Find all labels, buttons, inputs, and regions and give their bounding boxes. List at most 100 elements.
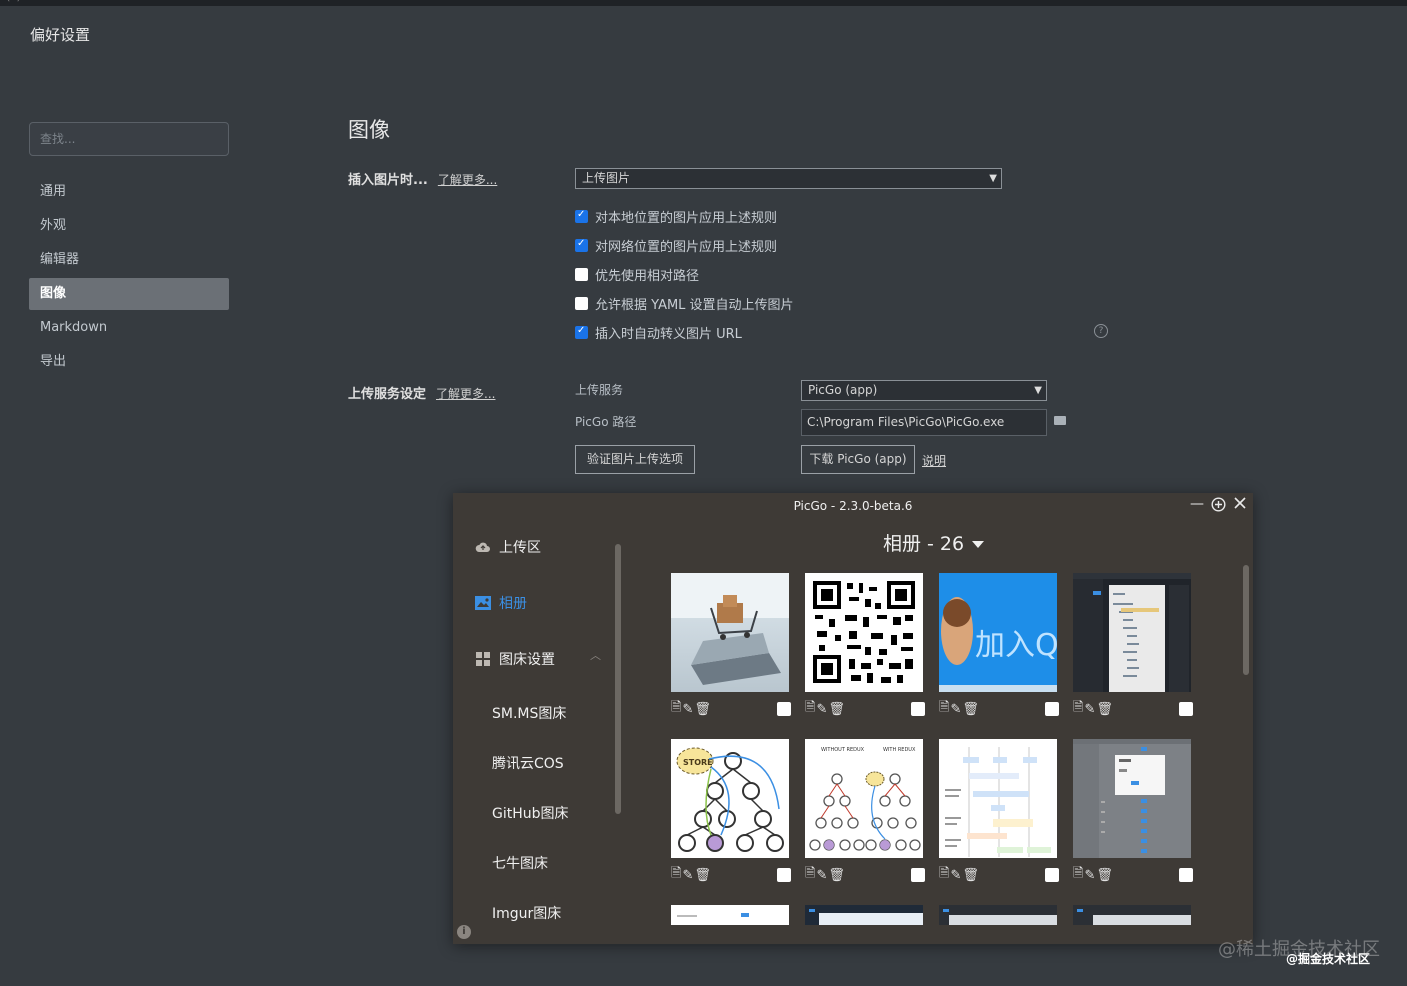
gallery-title[interactable]: 相册 - 26 — [883, 529, 985, 556]
edit-icon[interactable]: ✎ — [816, 702, 827, 717]
sidebar-item-export[interactable]: 导出 — [29, 346, 229, 378]
checkbox-relative-path-box[interactable] — [575, 267, 588, 281]
select-checkbox[interactable] — [1045, 702, 1059, 716]
actions-row-2-1: 🗎 ✎ 🗑 — [671, 864, 791, 886]
copy-link-icon[interactable]: 🗎 — [939, 698, 949, 720]
copy-link-icon[interactable]: 🗎 — [805, 864, 815, 886]
host-github[interactable]: GitHub图床 — [492, 803, 569, 823]
checkbox-escape-url-box[interactable] — [575, 325, 588, 339]
delete-icon[interactable]: 🗑 — [694, 702, 711, 717]
insert-action-select[interactable]: 上传图片 ▼ — [575, 168, 1002, 189]
edit-icon[interactable]: ✎ — [1084, 702, 1095, 717]
select-checkbox[interactable] — [777, 702, 791, 716]
host-smms[interactable]: SM.MS图床 — [492, 703, 566, 723]
delete-icon[interactable]: 🗑 — [962, 702, 979, 717]
checkbox-local-rule[interactable]: 对本地位置的图片应用上述规则 — [575, 207, 777, 226]
checkbox-yaml-upload-box[interactable] — [575, 296, 588, 310]
checkbox-yaml-upload-label: 允许根据 YAML 设置自动上传图片 — [595, 297, 794, 313]
delete-icon[interactable]: 🗑 — [1096, 702, 1113, 717]
thumbnail-row3-3[interactable] — [939, 905, 1057, 925]
nav-host-settings[interactable]: 图床设置 ︿ — [475, 649, 601, 669]
copy-link-icon[interactable]: 🗎 — [1073, 864, 1083, 886]
thumbnail-store-tree[interactable]: STORE — [671, 739, 789, 858]
host-tencent-cos[interactable]: 腾讯云COS — [492, 753, 564, 773]
select-checkbox[interactable] — [1179, 702, 1193, 716]
thumbnail-row3-4[interactable] — [1073, 905, 1191, 925]
checkbox-local-rule-box[interactable] — [575, 209, 588, 223]
nav-gallery[interactable]: 相册 — [475, 593, 527, 613]
window-top-fragment: ..(..) — [0, 0, 21, 3]
copy-link-icon[interactable]: 🗎 — [671, 864, 681, 886]
delete-icon[interactable]: 🗑 — [828, 702, 845, 717]
host-qiniu[interactable]: 七牛图床 — [492, 853, 548, 873]
sidebar-item-editor[interactable]: 编辑器 — [29, 244, 229, 276]
copy-link-icon[interactable]: 🗎 — [805, 698, 815, 720]
checkbox-network-rule-box[interactable] — [575, 238, 588, 252]
minimize-icon[interactable]: — — [1190, 496, 1204, 512]
window-top-bar — [0, 0, 1407, 6]
thumbnail-row3-1[interactable] — [671, 905, 789, 925]
explain-link[interactable]: 说明 — [922, 452, 946, 469]
edit-icon[interactable]: ✎ — [950, 868, 961, 883]
picgo-path-input[interactable]: C:\Program Files\PicGo\PicGo.exe — [801, 409, 1047, 436]
pin-icon[interactable] — [1211, 497, 1226, 516]
select-checkbox[interactable] — [777, 868, 791, 882]
chevron-down-icon: ▼ — [1034, 385, 1042, 396]
copy-link-icon[interactable]: 🗎 — [1073, 698, 1083, 720]
search-input[interactable]: 查找... — [29, 122, 229, 156]
info-icon[interactable]: i — [457, 925, 471, 939]
edit-icon[interactable]: ✎ — [1084, 868, 1095, 883]
thumbnail-redux-compare[interactable]: WITHOUT REDUX WITH REDUX — [805, 739, 923, 858]
thumbnail-join-qq[interactable]: 加入QQ群 — [939, 573, 1057, 692]
folder-icon[interactable] — [1054, 416, 1066, 425]
download-picgo-button[interactable]: 下载 PicGo (app) — [801, 445, 915, 474]
upload-service-select[interactable]: PicGo (app) ▼ — [801, 380, 1047, 401]
thumbnail-app-gray[interactable] — [1073, 739, 1191, 858]
edit-icon[interactable]: ✎ — [950, 702, 961, 717]
select-checkbox[interactable] — [1045, 868, 1059, 882]
delete-icon[interactable]: 🗑 — [962, 868, 979, 883]
checkbox-network-rule[interactable]: 对网络位置的图片应用上述规则 — [575, 236, 777, 255]
checkbox-relative-path-label: 优先使用相对路径 — [595, 268, 700, 284]
select-checkbox[interactable] — [1179, 868, 1193, 882]
actions-row-2-3: 🗎 ✎ 🗑 — [939, 864, 1059, 886]
select-checkbox[interactable] — [911, 702, 925, 716]
thumbnail-flow-diagram[interactable] — [939, 739, 1057, 858]
checkbox-relative-path[interactable]: 优先使用相对路径 — [575, 265, 700, 284]
host-imgur[interactable]: Imgur图床 — [492, 903, 561, 923]
sidebar-item-appearance[interactable]: 外观 — [29, 210, 229, 242]
delete-icon[interactable]: 🗑 — [1096, 868, 1113, 883]
nav-upload-area[interactable]: 上传区 — [475, 537, 541, 557]
select-checkbox[interactable] — [911, 868, 925, 882]
caret-down-icon — [972, 541, 985, 548]
edit-icon[interactable]: ✎ — [816, 868, 827, 883]
sidebar-item-image[interactable]: 图像 — [29, 278, 229, 310]
help-icon[interactable]: ? — [1094, 324, 1108, 338]
copy-link-icon[interactable]: 🗎 — [939, 864, 949, 886]
thumbnail-row3-2[interactable] — [805, 905, 923, 925]
close-icon[interactable] — [1234, 497, 1246, 513]
edit-icon[interactable]: ✎ — [682, 868, 693, 883]
actions-row-1-4: 🗎 ✎ 🗑 — [1073, 698, 1193, 720]
delete-icon[interactable]: 🗑 — [694, 868, 711, 883]
checkbox-yaml-upload[interactable]: 允许根据 YAML 设置自动上传图片 — [575, 294, 794, 313]
sidebar-scrollbar[interactable] — [615, 544, 621, 814]
edit-icon[interactable]: ✎ — [682, 702, 693, 717]
sidebar-item-markdown[interactable]: Markdown — [29, 312, 229, 344]
verify-upload-button[interactable]: 验证图片上传选项 — [575, 445, 695, 474]
insert-learn-more-link[interactable]: 了解更多... — [438, 173, 497, 187]
upload-service-value: PicGo (app) — [808, 383, 878, 397]
gallery-scrollbar[interactable] — [1243, 565, 1249, 675]
delete-icon[interactable]: 🗑 — [828, 868, 845, 883]
chevron-up-icon[interactable]: ︿ — [590, 647, 601, 663]
thumbnail-shopping-cart[interactable] — [671, 573, 789, 692]
checkbox-escape-url[interactable]: 插入时自动转义图片 URL — [575, 323, 742, 342]
thumbnail-app-dark[interactable] — [1073, 573, 1191, 692]
picgo-window: PicGo - 2.3.0-beta.6 — 上传区 相册 图床设置 ︿ SM.… — [453, 493, 1253, 944]
copy-link-icon[interactable]: 🗎 — [671, 698, 681, 720]
actions-row-1-1: 🗎 ✎ 🗑 — [671, 698, 791, 720]
thumbnail-qr-code[interactable] — [805, 573, 923, 692]
watermark-small: @掘金技术社区 — [1286, 952, 1371, 966]
upload-learn-more-link[interactable]: 了解更多... — [436, 387, 495, 401]
sidebar-item-general[interactable]: 通用 — [29, 176, 229, 208]
